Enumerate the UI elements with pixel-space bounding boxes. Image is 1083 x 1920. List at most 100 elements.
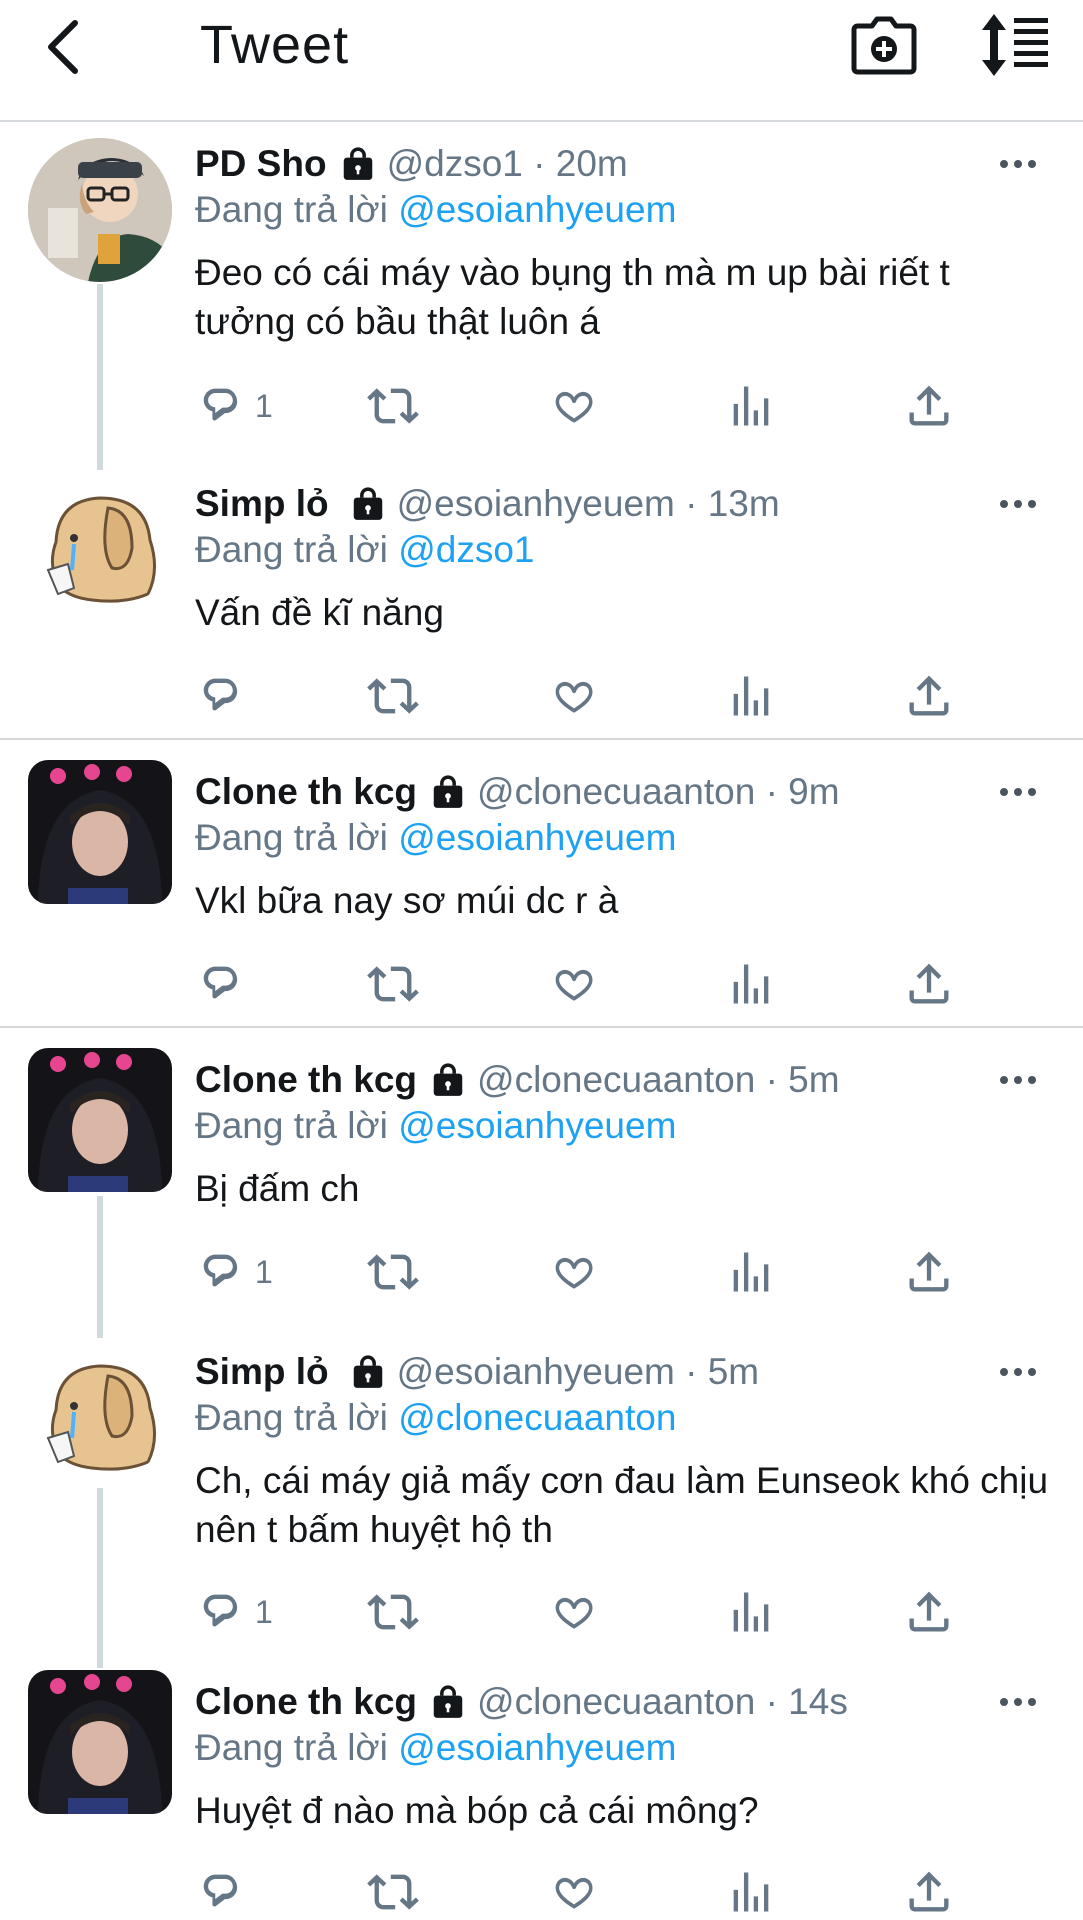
avatar-drawing-crying-dog <box>28 1338 172 1482</box>
display-name[interactable]: Simp lỏ <box>195 1350 329 1394</box>
avatar-drawing-crying-dog <box>28 470 172 614</box>
avatar[interactable] <box>28 1670 172 1814</box>
avatar[interactable] <box>28 1338 172 1482</box>
like-button[interactable] <box>547 956 599 1012</box>
more-options-button[interactable] <box>1000 1362 1048 1382</box>
reply-button[interactable]: 1 <box>195 378 273 434</box>
reply-count: 1 <box>255 387 273 424</box>
share-icon <box>903 1586 955 1638</box>
display-name[interactable]: Simp lỏ <box>195 482 329 526</box>
reply-icon <box>195 1586 247 1638</box>
mention-link[interactable]: @esoianhyeuem <box>398 1105 676 1146</box>
avatar[interactable] <box>28 1048 172 1192</box>
analytics-button[interactable] <box>725 378 777 434</box>
like-button[interactable] <box>547 1244 599 1300</box>
tweet-header: Simp lỏ @esoianhyeuem · 5m <box>195 1350 759 1394</box>
reply-button[interactable] <box>195 956 255 1012</box>
retweet-button[interactable] <box>367 1584 419 1640</box>
replying-to: Đang trả lời @esoianhyeuem <box>195 1726 676 1770</box>
camera-button[interactable] <box>850 14 918 78</box>
replying-to: Đang trả lời @esoianhyeuem <box>195 188 676 232</box>
mention-link[interactable]: @esoianhyeuem <box>398 1727 676 1768</box>
more-options-button[interactable] <box>1000 154 1048 174</box>
analytics-button[interactable] <box>725 1584 777 1640</box>
retweet-button[interactable] <box>367 1244 419 1300</box>
mention-link[interactable]: @dzso1 <box>398 529 534 570</box>
thread-line <box>97 1488 103 1668</box>
tweet-text: Bị đấm ch <box>195 1168 360 1209</box>
tweet-text: Đeo có cái máy vào bụng th mà m up bài r… <box>195 252 950 342</box>
reply-button[interactable] <box>195 668 255 724</box>
bar-chart-icon <box>725 1246 777 1298</box>
replying-to-label: Đang trả lời <box>195 1727 388 1768</box>
tweet[interactable]: PD Sho @dzso1 · 20m Đang trả lời @esoian… <box>0 130 1083 470</box>
retweet-button[interactable] <box>367 956 419 1012</box>
analytics-button[interactable] <box>725 668 777 724</box>
share-button[interactable] <box>903 668 955 724</box>
more-options-button[interactable] <box>1000 1692 1048 1712</box>
display-name[interactable]: Clone th kcg <box>195 1680 417 1724</box>
retweet-icon <box>367 958 419 1010</box>
heart-icon <box>547 670 599 722</box>
divider <box>0 738 1083 740</box>
back-button[interactable] <box>38 12 88 82</box>
analytics-button[interactable] <box>725 1244 777 1300</box>
reply-icon <box>195 670 247 722</box>
more-options-button[interactable] <box>1000 782 1048 802</box>
avatar[interactable] <box>28 138 172 282</box>
analytics-button[interactable] <box>725 1864 777 1920</box>
retweet-button[interactable] <box>367 378 419 434</box>
share-button[interactable] <box>903 956 955 1012</box>
lock-icon <box>429 1682 467 1722</box>
sort-button[interactable] <box>980 12 1050 78</box>
share-button[interactable] <box>903 1864 955 1920</box>
share-button[interactable] <box>903 1244 955 1300</box>
tweet[interactable]: Clone th kcg @clonecuaanton · 9m Đang tr… <box>0 758 1083 1026</box>
display-name[interactable]: PD Sho <box>195 142 327 186</box>
display-name[interactable]: Clone th kcg <box>195 1058 417 1102</box>
handle-and-time: @dzso1 · 20m <box>386 143 628 184</box>
share-icon <box>903 1866 955 1918</box>
tweet[interactable]: Simp lỏ @esoianhyeuem · 5m Đang trả lời … <box>0 1338 1083 1668</box>
retweet-button[interactable] <box>367 668 419 724</box>
tweet-actions: 1 <box>195 1244 1055 1300</box>
replying-to: Đang trả lời @esoianhyeuem <box>195 1104 676 1148</box>
mention-link[interactable]: @clonecuaanton <box>398 1397 676 1438</box>
tweet-actions <box>195 1864 1055 1920</box>
thread-line <box>97 1196 103 1338</box>
like-button[interactable] <box>547 378 599 434</box>
tweet-header: Simp lỏ @esoianhyeuem · 13m <box>195 482 780 526</box>
like-button[interactable] <box>547 1864 599 1920</box>
more-options-button[interactable] <box>1000 494 1048 514</box>
avatar[interactable] <box>28 470 172 614</box>
tweet[interactable]: Clone th kcg @clonecuaanton · 14s Đang t… <box>0 1668 1083 1920</box>
reply-button[interactable]: 1 <box>195 1244 273 1300</box>
reply-button[interactable] <box>195 1864 255 1920</box>
tweet[interactable]: Clone th kcg @clonecuaanton · 5m Đang tr… <box>0 1046 1083 1338</box>
thread-line <box>97 284 103 470</box>
replying-to-label: Đang trả lời <box>195 1397 388 1438</box>
analytics-button[interactable] <box>725 956 777 1012</box>
tweet[interactable]: Simp lỏ @esoianhyeuem · 13m Đang trả lời… <box>0 470 1083 738</box>
handle-and-time: @clonecuaanton · 9m <box>477 771 840 812</box>
share-button[interactable] <box>903 378 955 434</box>
replying-to: Đang trả lời @clonecuaanton <box>195 1396 676 1440</box>
avatar-photo-hood <box>28 1048 172 1192</box>
display-name[interactable]: Clone th kcg <box>195 770 417 814</box>
page-title: Tweet <box>200 15 350 75</box>
like-button[interactable] <box>547 1584 599 1640</box>
mention-link[interactable]: @esoianhyeuem <box>398 189 676 230</box>
more-options-button[interactable] <box>1000 1070 1048 1090</box>
divider <box>0 1026 1083 1028</box>
avatar-photo-hood <box>28 760 172 904</box>
reply-button[interactable]: 1 <box>195 1584 273 1640</box>
bar-chart-icon <box>725 670 777 722</box>
bar-chart-icon <box>725 1866 777 1918</box>
avatar[interactable] <box>28 760 172 904</box>
tweet-header: Clone th kcg @clonecuaanton · 5m <box>195 1058 840 1102</box>
retweet-button[interactable] <box>367 1864 419 1920</box>
like-button[interactable] <box>547 668 599 724</box>
reply-icon <box>195 380 247 432</box>
share-button[interactable] <box>903 1584 955 1640</box>
mention-link[interactable]: @esoianhyeuem <box>398 817 676 858</box>
